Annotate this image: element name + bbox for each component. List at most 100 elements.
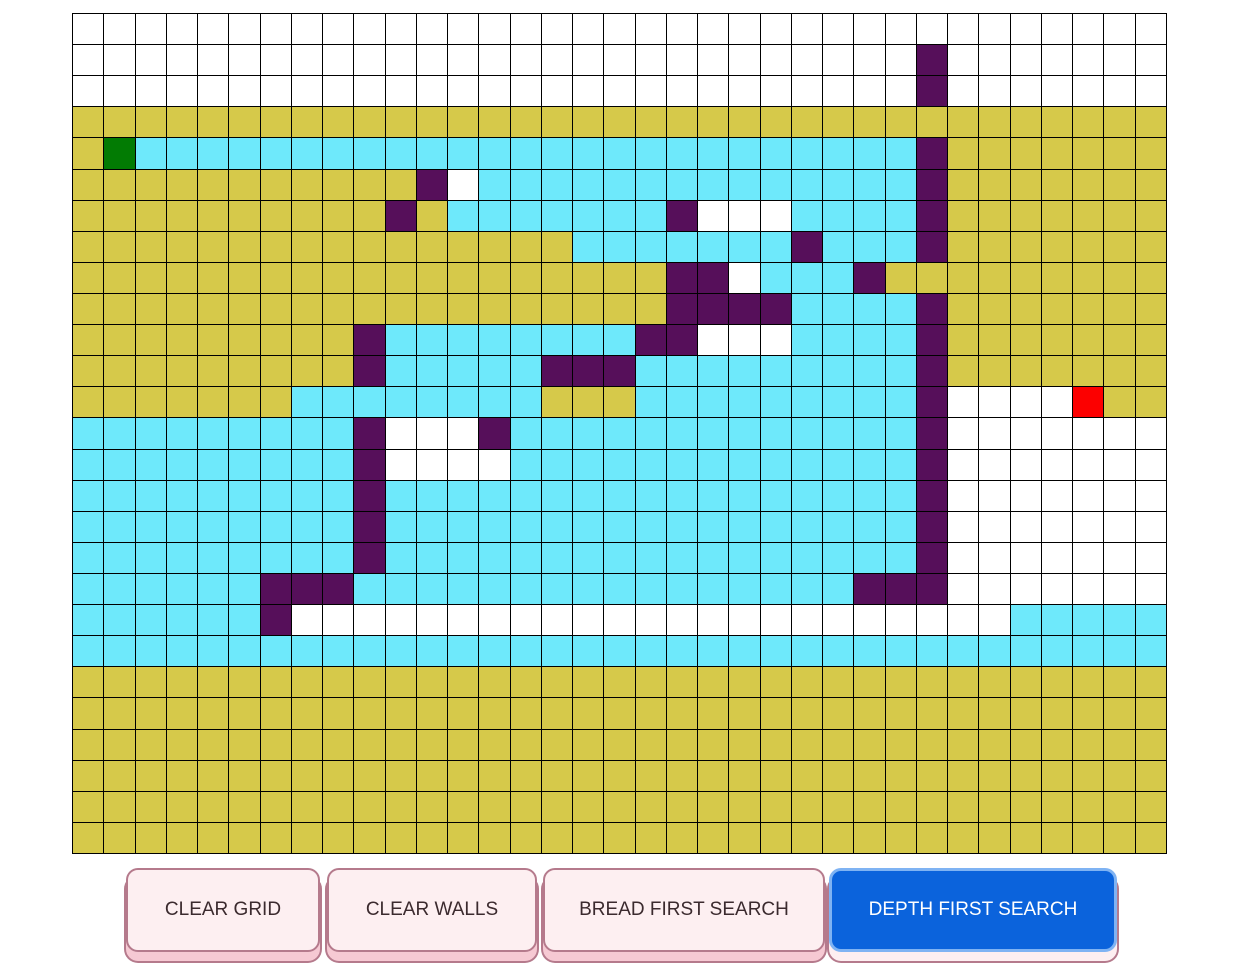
grid-cell-path[interactable] [698, 480, 730, 512]
grid-cell-path[interactable] [479, 573, 511, 606]
grid-cell-path[interactable] [135, 480, 167, 512]
grid-cell-visited[interactable] [916, 262, 949, 294]
grid-cell-empty[interactable] [1041, 573, 1074, 606]
grid-cell-path[interactable] [166, 480, 199, 512]
grid-cell-path[interactable] [260, 449, 292, 481]
grid-cell-path[interactable] [135, 138, 167, 170]
grid-cell-visited[interactable] [479, 760, 511, 792]
grid-cell-path[interactable] [823, 356, 855, 388]
grid-cell-empty[interactable] [948, 45, 980, 77]
grid-cell-visited[interactable] [291, 169, 324, 201]
grid-cell-path[interactable] [854, 480, 886, 512]
grid-cell-visited[interactable] [948, 107, 980, 139]
grid-cell-path[interactable] [291, 449, 324, 481]
grid-cell-visited[interactable] [104, 107, 136, 139]
grid-cell-visited[interactable] [291, 822, 324, 854]
grid-cell-path[interactable] [291, 542, 324, 574]
grid-cell-visited[interactable] [791, 822, 824, 854]
grid-cell-visited[interactable] [198, 169, 230, 201]
grid-cell-visited[interactable] [166, 325, 199, 357]
grid-cell-visited[interactable] [1135, 387, 1167, 419]
grid-cell-visited[interactable] [1104, 698, 1136, 730]
grid-cell-path[interactable] [885, 511, 917, 543]
grid-cell-path[interactable] [385, 356, 417, 388]
grid-cell-visited[interactable] [1010, 667, 1042, 699]
grid-cell-visited[interactable] [729, 760, 761, 792]
grid-cell-path[interactable] [635, 480, 667, 512]
grid-cell-empty[interactable] [1104, 76, 1136, 108]
grid-cell-visited[interactable] [1010, 231, 1042, 263]
grid-cell-end[interactable] [1073, 387, 1105, 419]
grid-cell-visited[interactable] [885, 791, 917, 823]
grid-cell-empty[interactable] [823, 45, 855, 77]
grid-cell-empty[interactable] [979, 449, 1011, 481]
grid-cell-path[interactable] [885, 325, 917, 357]
grid-cell-visited[interactable] [229, 262, 261, 294]
grid-cell-visited[interactable] [948, 231, 980, 263]
grid-cell-path[interactable] [260, 636, 292, 668]
grid-cell-path[interactable] [635, 418, 667, 450]
grid-cell-path[interactable] [385, 636, 417, 668]
grid-cell-visited[interactable] [1041, 138, 1074, 170]
grid-cell-empty[interactable] [198, 14, 230, 46]
grid-cell-visited[interactable] [1041, 169, 1074, 201]
grid-cell-wall[interactable] [666, 293, 699, 326]
grid-cell-visited[interactable] [354, 760, 386, 792]
grid-cell-visited[interactable] [948, 822, 980, 854]
grid-cell-empty[interactable] [479, 605, 511, 637]
grid-cell-visited[interactable] [229, 667, 261, 699]
grid-cell-visited[interactable] [635, 822, 667, 854]
grid-cell-visited[interactable] [666, 729, 699, 761]
grid-cell-visited[interactable] [823, 667, 855, 699]
grid-cell-visited[interactable] [291, 231, 324, 263]
grid-cell-visited[interactable] [541, 791, 574, 823]
grid-cell-empty[interactable] [291, 14, 324, 46]
grid-cell-path[interactable] [448, 356, 480, 388]
grid-cell-visited[interactable] [948, 356, 980, 388]
grid-cell-visited[interactable] [729, 729, 761, 761]
grid-cell-empty[interactable] [698, 325, 730, 357]
grid-cell-visited[interactable] [698, 822, 730, 854]
grid-cell-visited[interactable] [229, 822, 261, 854]
grid-cell-visited[interactable] [666, 667, 699, 699]
grid-cell-visited[interactable] [354, 293, 386, 326]
grid-cell-visited[interactable] [198, 200, 230, 232]
grid-cell-path[interactable] [604, 511, 636, 543]
grid-cell-empty[interactable] [198, 45, 230, 77]
grid-cell-visited[interactable] [166, 791, 199, 823]
grid-cell-empty[interactable] [1010, 14, 1042, 46]
grid-cell-path[interactable] [823, 449, 855, 481]
grid-cell-path[interactable] [823, 200, 855, 232]
grid-cell-path[interactable] [198, 449, 230, 481]
grid-cell-path[interactable] [479, 480, 511, 512]
grid-cell-path[interactable] [666, 449, 699, 481]
breadth-first-search-button[interactable]: BREAD FIRST SEARCH [543, 868, 825, 952]
grid-cell-path[interactable] [104, 542, 136, 574]
grid-cell-visited[interactable] [73, 356, 105, 388]
grid-cell-empty[interactable] [1104, 573, 1136, 606]
grid-cell-visited[interactable] [229, 791, 261, 823]
grid-cell-visited[interactable] [604, 387, 636, 419]
grid-cell-empty[interactable] [979, 14, 1011, 46]
grid-cell-empty[interactable] [229, 76, 261, 108]
grid-cell-empty[interactable] [291, 605, 324, 637]
grid-cell-path[interactable] [760, 138, 792, 170]
grid-cell-visited[interactable] [1010, 729, 1042, 761]
grid-cell-wall[interactable] [385, 200, 417, 232]
grid-cell-path[interactable] [635, 542, 667, 574]
grid-cell-path[interactable] [635, 449, 667, 481]
grid-cell-visited[interactable] [604, 760, 636, 792]
grid-cell-visited[interactable] [260, 200, 292, 232]
grid-cell-path[interactable] [291, 480, 324, 512]
grid-cell-empty[interactable] [1010, 76, 1042, 108]
grid-cell-visited[interactable] [291, 107, 324, 139]
grid-cell-path[interactable] [1073, 636, 1105, 668]
grid-cell-path[interactable] [541, 511, 574, 543]
grid-cell-visited[interactable] [854, 107, 886, 139]
grid-cell-visited[interactable] [979, 667, 1011, 699]
grid-cell-visited[interactable] [448, 107, 480, 139]
grid-cell-path[interactable] [166, 636, 199, 668]
grid-cell-visited[interactable] [979, 231, 1011, 263]
grid-cell-path[interactable] [791, 262, 824, 294]
grid-cell-visited[interactable] [1104, 169, 1136, 201]
